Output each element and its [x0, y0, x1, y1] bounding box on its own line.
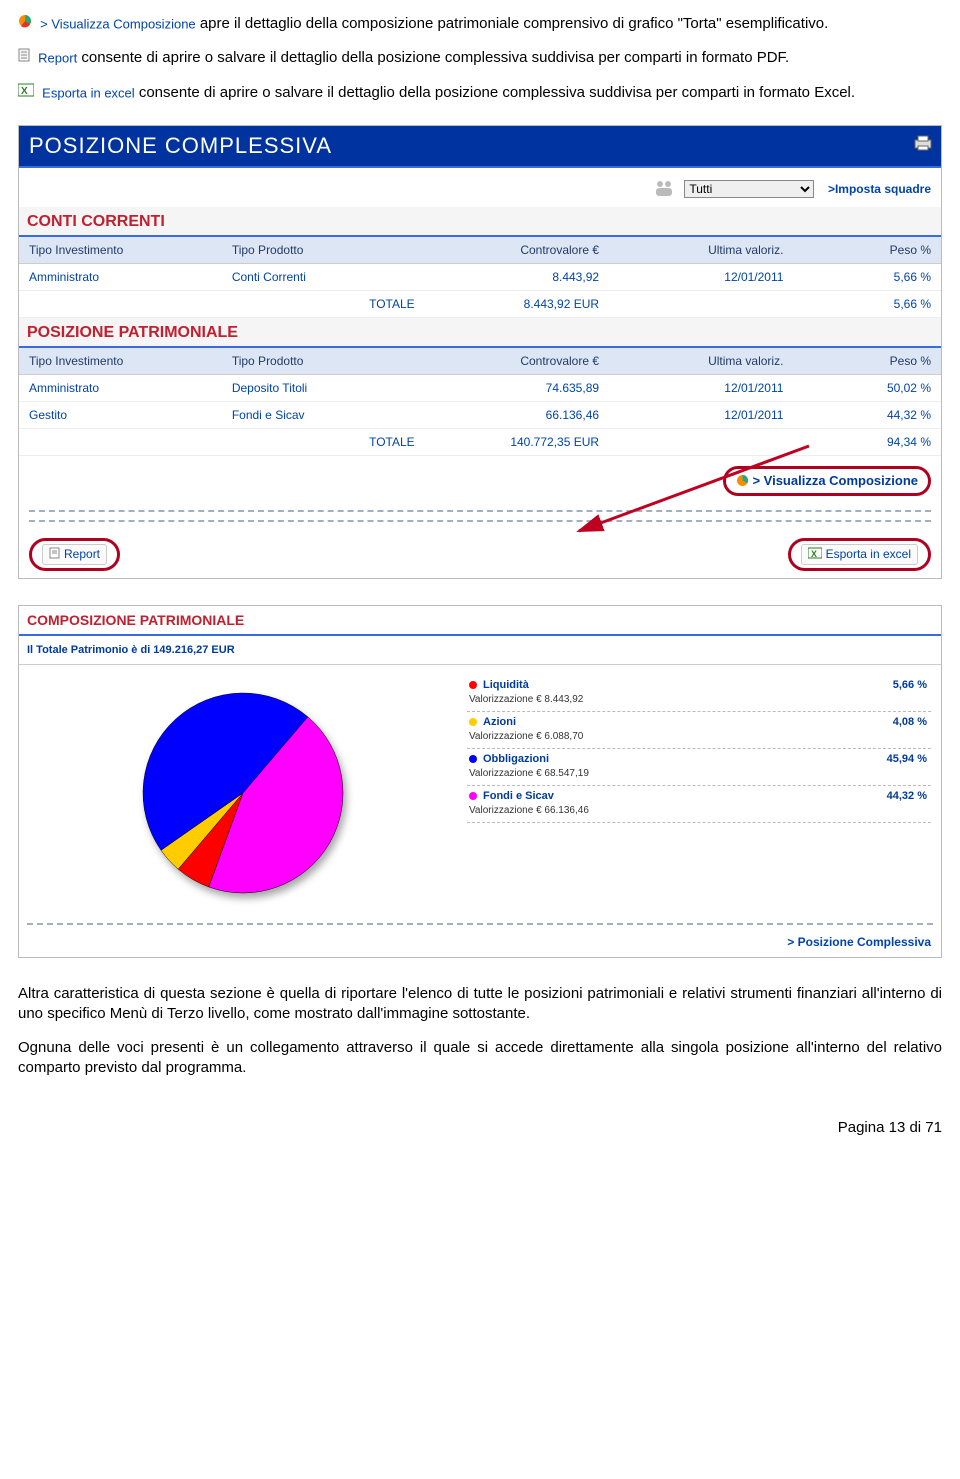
report-btn-circled: Report — [29, 538, 120, 571]
table-row[interactable]: Gestito Fondi e Sicav 66.136,46 12/01/20… — [19, 402, 941, 429]
squad-link[interactable]: >Imposta squadre — [828, 182, 931, 196]
legend-value: Valorizzazione € 8.443,92 — [469, 694, 927, 705]
excel-body: consente di aprire o salvare il dettagli… — [139, 84, 855, 101]
legend-dot-icon — [469, 718, 477, 726]
composizione-total: Il Totale Patrimonio è di 149.216,27 EUR — [19, 636, 941, 665]
posizione-complessiva-link[interactable]: > Posizione Complessiva — [19, 927, 941, 957]
vc-body: apre il dettaglio della composizione pat… — [200, 15, 828, 32]
page-footer: Pagina 13 di 71 — [18, 1119, 942, 1136]
excel-label[interactable]: Esporta in excel — [42, 85, 135, 100]
intro-vc: > Visualizza Composizione apre il dettag… — [18, 14, 942, 34]
patr-table: Tipo Investimento Tipo Prodotto Controva… — [19, 348, 941, 456]
intro-excel: X Esporta in excel consente di aprire o … — [18, 83, 942, 103]
table-row[interactable]: Amministrato Deposito Titoli 74.635,89 1… — [19, 375, 941, 402]
legend-name: Fondi e Sicav — [483, 790, 887, 802]
conti-title: CONTI CORRENTI — [19, 207, 941, 237]
legend-item[interactable]: Obbligazioni45,94 % Valorizzazione € 68.5… — [467, 749, 931, 786]
legend-pct: 4,08 % — [893, 716, 927, 728]
divider — [29, 520, 931, 522]
legend-dot-icon — [469, 755, 477, 763]
squad-row: Tutti >Imposta squadre — [19, 168, 941, 207]
posizione-panel: POSIZIONE COMPLESSIVA Tutti >Imposta squ… — [18, 125, 942, 579]
body-para-2: Ognuna delle voci presenti è un collegam… — [18, 1038, 942, 1079]
vc-link-row: > Visualizza Composizione — [19, 456, 941, 502]
excel-button[interactable]: X Esporta in excel — [801, 544, 918, 565]
legend-pct: 45,94 % — [887, 753, 927, 765]
legend-pct: 44,32 % — [887, 790, 927, 802]
pie-chart — [19, 669, 467, 917]
report-body: consente di aprire o salvare il dettagli… — [81, 49, 789, 66]
vc-link-circled: > Visualizza Composizione — [723, 466, 931, 496]
doc-icon — [18, 48, 30, 68]
svg-text:X: X — [811, 549, 817, 559]
panel-title: POSIZIONE COMPLESSIVA — [29, 133, 332, 158]
intro-report: Report consente di aprire o salvare il d… — [18, 48, 942, 68]
divider — [29, 510, 931, 512]
excel-icon: X — [18, 83, 34, 103]
table-total-row: TOTALE 8.443,92 EUR 5,66 % — [19, 291, 941, 318]
svg-text:X: X — [21, 86, 28, 97]
body-para-1: Altra caratteristica di questa sezione è… — [18, 984, 942, 1025]
legend-value: Valorizzazione € 68.547,19 — [469, 768, 927, 779]
legend-item[interactable]: Fondi e Sicav44,32 % Valorizzazione € 66.… — [467, 786, 931, 823]
legend-dot-icon — [469, 792, 477, 800]
report-button[interactable]: Report — [42, 544, 107, 565]
table-total-row: TOTALE 140.772,35 EUR 94,34 % — [19, 429, 941, 456]
conti-table: Tipo Investimento Tipo Prodotto Controva… — [19, 237, 941, 318]
legend-value: Valorizzazione € 66.136,46 — [469, 805, 927, 816]
table-row[interactable]: Amministrato Conti Correnti 8.443,92 12/… — [19, 264, 941, 291]
excel-icon: X — [808, 547, 822, 562]
vc-label[interactable]: > Visualizza Composizione — [40, 16, 195, 31]
divider — [27, 923, 933, 925]
panel-title-bar: POSIZIONE COMPLESSIVA — [19, 126, 941, 166]
legend-dot-icon — [469, 681, 477, 689]
patr-title: POSIZIONE PATRIMONIALE — [19, 318, 941, 348]
legend: Liquidità5,66 % Valorizzazione € 8.443,92… — [467, 669, 941, 917]
composizione-panel: COMPOSIZIONE PATRIMONIALE Il Totale Patr… — [18, 605, 942, 958]
legend-value: Valorizzazione € 6.088,70 — [469, 731, 927, 742]
report-label[interactable]: Report — [38, 51, 77, 66]
legend-pct: 5,66 % — [893, 679, 927, 691]
legend-name: Azioni — [483, 716, 893, 728]
visualizza-composizione-link[interactable]: > Visualizza Composizione — [736, 473, 918, 490]
legend-item[interactable]: Azioni4,08 % Valorizzazione € 6.088,70 — [467, 712, 931, 749]
legend-name: Obbligazioni — [483, 753, 887, 765]
excel-btn-circled: X Esporta in excel — [788, 538, 931, 571]
print-icon[interactable] — [913, 132, 933, 158]
bottom-buttons: Report X Esporta in excel — [19, 530, 941, 578]
table-header-row: Tipo Investimento Tipo Prodotto Controva… — [19, 237, 941, 264]
legend-name: Liquidità — [483, 679, 893, 691]
table-header-row: Tipo Investimento Tipo Prodotto Controva… — [19, 348, 941, 375]
people-icon — [653, 186, 679, 201]
doc-icon — [49, 547, 60, 562]
pie-small-icon — [736, 475, 753, 490]
composizione-title: COMPOSIZIONE PATRIMONIALE — [19, 606, 941, 636]
squad-select[interactable]: Tutti — [684, 180, 814, 198]
legend-item[interactable]: Liquidità5,66 % Valorizzazione € 8.443,92 — [467, 675, 931, 712]
pie-small-icon — [18, 14, 32, 34]
